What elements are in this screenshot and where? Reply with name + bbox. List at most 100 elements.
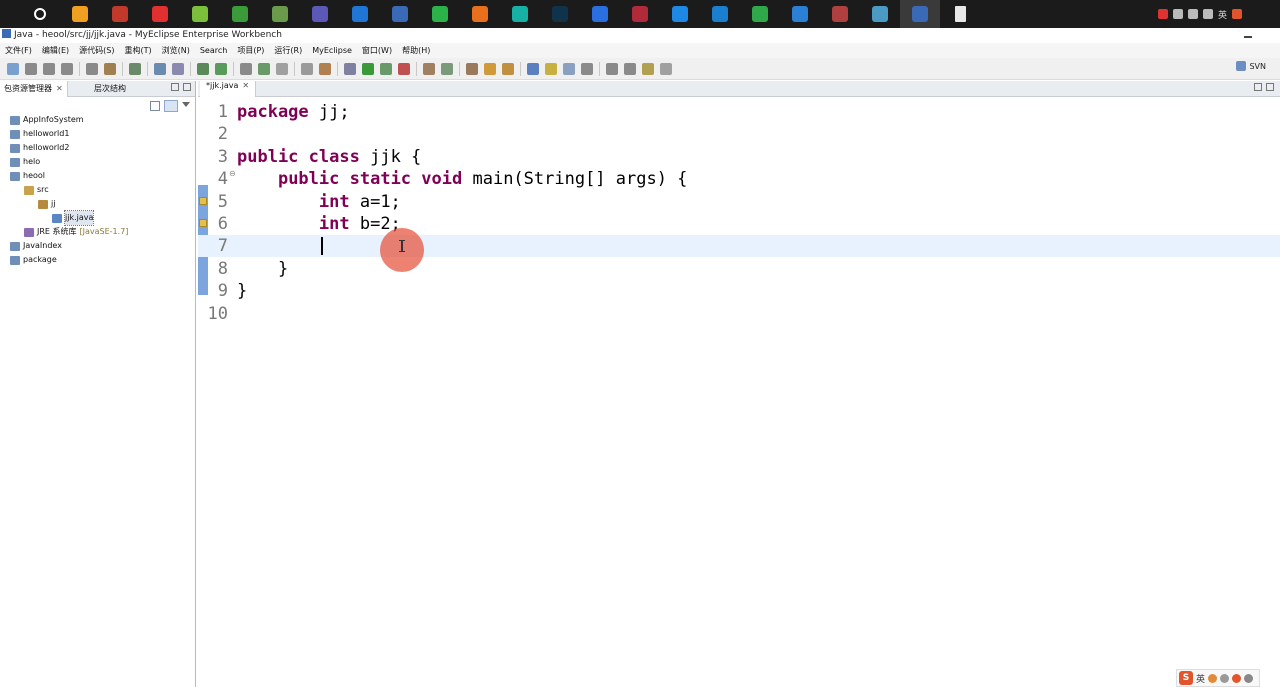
toolbar-button-icon[interactable]: [258, 62, 270, 75]
code-line[interactable]: 8 }: [198, 258, 1280, 280]
toolbar-button-icon[interactable]: [104, 62, 116, 75]
maximize-editor-icon[interactable]: [1266, 83, 1274, 91]
perspective-switcher[interactable]: SVN: [1236, 61, 1266, 71]
taskbar-app-button[interactable]: [500, 0, 540, 28]
toolbar-button-icon[interactable]: [276, 62, 288, 75]
menu-item[interactable]: 浏览(N): [157, 45, 195, 56]
language-indicator[interactable]: 英: [1218, 8, 1227, 21]
taskbar-app-button[interactable]: [860, 0, 900, 28]
tree-item[interactable]: JavaIndex: [10, 239, 62, 253]
toolbar-button-icon[interactable]: [642, 62, 654, 75]
code-line[interactable]: 4 ⊖ public static void main(String[] args…: [198, 168, 1280, 190]
tree-item[interactable]: helo: [10, 155, 40, 169]
code-line[interactable]: 7: [198, 235, 1280, 258]
code-line[interactable]: 5 int a=1;: [198, 191, 1280, 213]
taskbar-app-button[interactable]: [20, 0, 60, 28]
menu-item[interactable]: MyEclipse: [307, 46, 357, 55]
toolbar-button-icon[interactable]: [660, 62, 672, 75]
taskbar-app-button[interactable]: [620, 0, 660, 28]
toolbar-button-icon[interactable]: [197, 62, 209, 75]
minimize-editor-icon[interactable]: [1254, 83, 1262, 91]
taskbar-app-button[interactable]: [540, 0, 580, 28]
menu-item[interactable]: 编辑(E): [37, 45, 74, 56]
taskbar-app-button[interactable]: [940, 0, 980, 28]
toolbar-button-icon[interactable]: [86, 62, 98, 75]
taskbar-app-button[interactable]: [260, 0, 300, 28]
code-line[interactable]: 9}: [198, 280, 1280, 302]
menu-item[interactable]: 运行(R): [269, 45, 307, 56]
toolbar-button-icon[interactable]: [7, 62, 19, 75]
taskbar-app-button[interactable]: [220, 0, 260, 28]
tree-item[interactable]: src: [24, 183, 49, 197]
taskbar-app-button[interactable]: [700, 0, 740, 28]
taskbar-app-button[interactable]: [140, 0, 180, 28]
code-line[interactable]: 10: [198, 303, 1280, 325]
taskbar-app-button[interactable]: [460, 0, 500, 28]
code-line[interactable]: 1 package jj;: [198, 101, 1280, 123]
maximize-view-icon[interactable]: [183, 83, 191, 91]
toolbar-button-icon[interactable]: [581, 62, 593, 75]
toolbar-button-icon[interactable]: [398, 62, 410, 75]
code-line[interactable]: 6 int b=2;: [198, 213, 1280, 235]
toolbar-button-icon[interactable]: [362, 62, 374, 75]
tree-item[interactable]: helloworld2: [10, 141, 69, 155]
network-tray-icon[interactable]: [1187, 9, 1198, 19]
close-icon[interactable]: ✕: [242, 81, 249, 90]
toolbar-button-icon[interactable]: [240, 62, 252, 75]
toolbar-button-icon[interactable]: [380, 62, 392, 75]
volume-tray-icon[interactable]: [1202, 9, 1213, 19]
taskbar-app-button[interactable]: [100, 0, 140, 28]
toolbar-button-icon[interactable]: [466, 62, 478, 75]
menu-item[interactable]: 重构(T): [119, 45, 156, 56]
toolbar-button-icon[interactable]: [154, 62, 166, 75]
minimize-button[interactable]: [1244, 28, 1254, 43]
taskbar-app-button[interactable]: [340, 0, 380, 28]
toolbar-button-icon[interactable]: [441, 62, 453, 75]
toolbar-button-icon[interactable]: [319, 62, 331, 75]
code-line[interactable]: 3 public class jjk {: [198, 146, 1280, 168]
toolbar-button-icon[interactable]: [301, 62, 313, 75]
tree-item[interactable]: heool: [10, 169, 45, 183]
sogou-tray-icon[interactable]: [1232, 9, 1242, 19]
menu-item[interactable]: 文件(F): [0, 45, 37, 56]
taskbar-app-button[interactable]: [820, 0, 860, 28]
tree-item[interactable]: helloworld1: [10, 127, 69, 141]
toolbar-button-icon[interactable]: [43, 62, 55, 75]
fold-toggle-icon[interactable]: ⊖: [229, 169, 236, 178]
menu-item[interactable]: 源代码(S): [74, 45, 119, 56]
menu-item[interactable]: 窗口(W): [357, 45, 397, 56]
taskbar-app-button[interactable]: [780, 0, 820, 28]
tree-item[interactable]: jj: [38, 197, 55, 211]
editor-tab-jjk[interactable]: *jjk.java ✕: [200, 81, 257, 97]
toolbar-button-icon[interactable]: [545, 62, 557, 75]
tree-item[interactable]: JRE 系统库 [JavaSE-1.7]: [24, 225, 128, 239]
taskbar-app-button[interactable]: [0, 0, 20, 28]
taskbar-app-button[interactable]: [660, 0, 700, 28]
toolbar-button-icon[interactable]: [25, 62, 37, 75]
collapse-all-icon[interactable]: [150, 101, 160, 111]
toolbar-button-icon[interactable]: [61, 62, 73, 75]
tab-hierarchy[interactable]: 层次结构: [90, 81, 130, 97]
toolbar-button-icon[interactable]: [215, 62, 227, 75]
toolbar-button-icon[interactable]: [624, 62, 636, 75]
ime-status-bar[interactable]: S 英: [1176, 669, 1260, 687]
view-menu-chevron-down-icon[interactable]: [182, 102, 190, 107]
code-line[interactable]: 2: [198, 123, 1280, 145]
taskbar-app-button[interactable]: [380, 0, 420, 28]
tab-package-explorer[interactable]: 包资源管理器 ✕: [0, 81, 68, 97]
toolbar-button-icon[interactable]: [129, 62, 141, 75]
taskbar-app-button[interactable]: [420, 0, 460, 28]
warning-marker-icon[interactable]: [199, 196, 207, 205]
toolbar-button-icon[interactable]: [484, 62, 496, 75]
toolbar-button-icon[interactable]: [527, 62, 539, 75]
taskbar-app-button[interactable]: [580, 0, 620, 28]
battery-tray-icon[interactable]: [1172, 9, 1183, 19]
toolbar-button-icon[interactable]: [344, 62, 356, 75]
minimize-view-icon[interactable]: [171, 83, 179, 91]
menu-item[interactable]: Search: [195, 46, 232, 55]
taskbar-app-button[interactable]: [180, 0, 220, 28]
close-icon[interactable]: ✕: [56, 84, 63, 93]
toolbar-button-icon[interactable]: [606, 62, 618, 75]
taskbar-app-button[interactable]: [740, 0, 780, 28]
taskbar-app-button[interactable]: [300, 0, 340, 28]
